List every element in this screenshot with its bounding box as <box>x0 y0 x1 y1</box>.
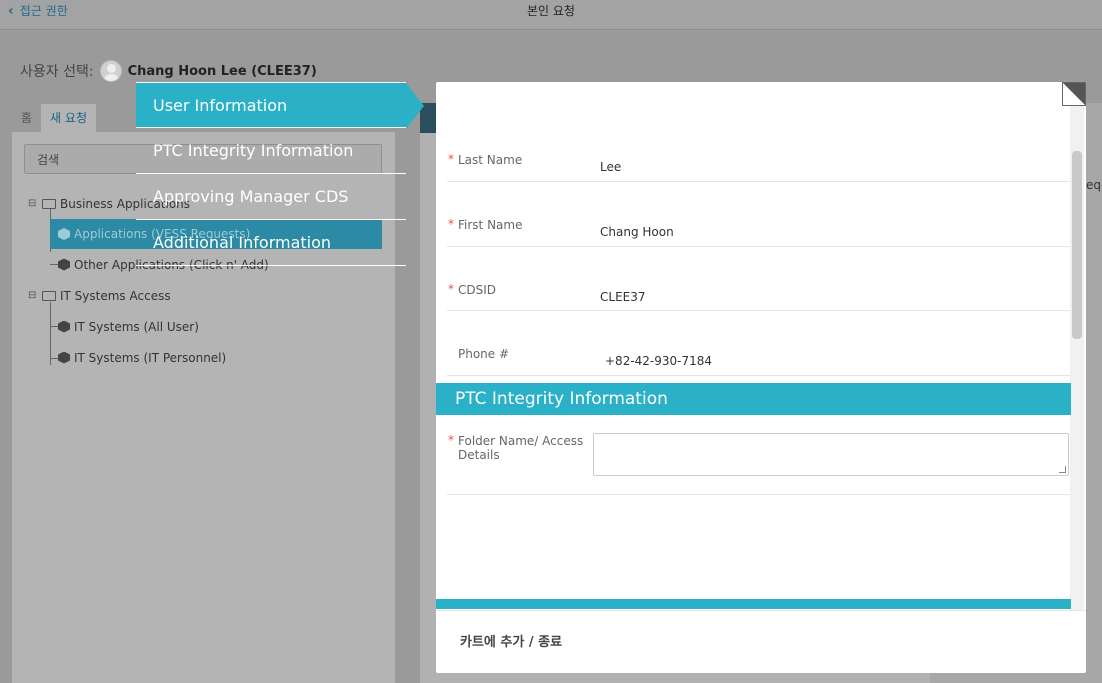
page-title: 본인 요청 <box>527 4 575 18</box>
field-last-name: * Last Name Lee <box>447 117 1071 182</box>
package-icon <box>58 258 70 271</box>
last-name-value[interactable]: Lee <box>600 160 621 174</box>
folder-icon <box>42 290 56 301</box>
field-phone: Phone # +82-42-930-7184 <box>447 311 1071 376</box>
required-marker: * <box>448 217 454 231</box>
field-folder-name: * Folder Name/ Access Details <box>447 415 1071 495</box>
field-cdsid: * CDSID CLEE37 <box>447 247 1071 311</box>
avatar[interactable] <box>99 60 122 82</box>
required-marker: * <box>448 152 454 166</box>
step-approving-manager-cds[interactable]: Approving Manager CDS <box>136 174 406 220</box>
tree-node-label: IT Systems Access <box>60 288 171 303</box>
section-header-ptc-integrity: PTC Integrity Information <box>436 383 1071 415</box>
add-to-cart-close-button[interactable]: 카트에 추가 / 종료 <box>460 631 562 650</box>
user-select-row: 사용자 선택: Chang Hoon Lee (CLEE37) <box>20 60 317 82</box>
step-additional-information[interactable]: Additional Information <box>136 220 406 266</box>
field-label: CDSID <box>458 283 497 297</box>
tab-bar: 홈 새 요청 <box>12 104 96 132</box>
modal-footer: 카트에 추가 / 종료 <box>436 610 1086 673</box>
required-marker: * <box>448 282 454 296</box>
user-select-label: 사용자 선택: <box>20 64 94 80</box>
package-icon <box>58 351 70 364</box>
user-select-name[interactable]: Chang Hoon Lee (CLEE37) <box>128 64 317 79</box>
tree-node-label: IT Systems (All User) <box>74 319 199 334</box>
section-header-next <box>436 599 1071 609</box>
field-label: Phone # <box>458 347 510 361</box>
close-icon[interactable] <box>1062 82 1086 106</box>
package-icon <box>58 228 70 240</box>
tab-home[interactable]: 홈 <box>12 104 41 132</box>
tree-node-it-systems-it-personnel[interactable]: IT Systems (IT Personnel) <box>28 342 388 373</box>
field-label: Last Name <box>458 153 523 167</box>
collapse-icon[interactable]: ⊟ <box>28 198 38 209</box>
tree-node-it-systems-all-user[interactable]: IT Systems (All User) <box>28 311 388 342</box>
package-icon <box>58 320 70 333</box>
step-user-information[interactable]: User Information <box>136 82 424 129</box>
tab-new-request[interactable]: 새 요청 <box>41 104 96 132</box>
folder-icon <box>42 198 56 209</box>
top-bar: ‹ 접근 권한 본인 요청 <box>0 0 1102 30</box>
field-label: First Name <box>458 218 523 232</box>
phone-value[interactable]: +82-42-930-7184 <box>605 354 712 368</box>
request-form-modal: * Last Name Lee * First Name Chang Hoon … <box>436 82 1086 673</box>
required-marker: * <box>448 433 454 447</box>
first-name-value[interactable]: Chang Hoon <box>600 225 674 239</box>
tree-node-label: IT Systems (IT Personnel) <box>74 350 227 365</box>
form-scroll-area: * Last Name Lee * First Name Chang Hoon … <box>436 117 1086 608</box>
step-ptc-integrity-information[interactable]: PTC Integrity Information <box>136 128 406 174</box>
form-step-nav: User Information PTC Integrity Informati… <box>136 82 424 266</box>
field-first-name: * First Name Chang Hoon <box>447 182 1071 247</box>
collapse-icon[interactable]: ⊟ <box>28 290 38 301</box>
folder-name-textarea[interactable] <box>593 433 1069 476</box>
field-label: Folder Name/ Access Details <box>458 434 584 462</box>
cdsid-value[interactable]: CLEE37 <box>600 290 646 304</box>
tree-node-it-systems-access[interactable]: ⊟ IT Systems Access <box>28 280 388 311</box>
cart-panel-text: equ <box>1086 178 1102 192</box>
